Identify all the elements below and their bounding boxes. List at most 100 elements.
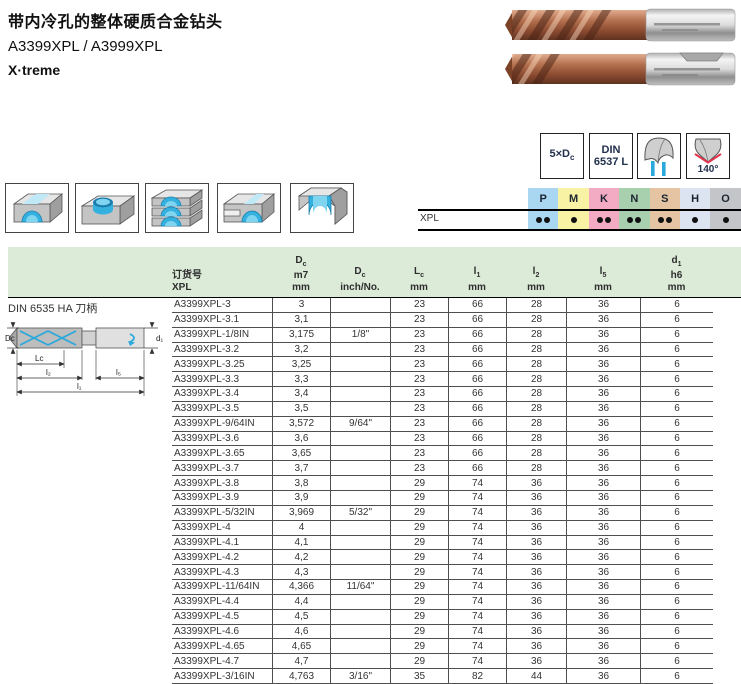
value-cell: 29	[390, 595, 448, 609]
value-cell: 6	[640, 639, 713, 653]
order-number-cell: A3399XPL-11/64IN	[172, 580, 272, 594]
material-group-K: K	[589, 188, 619, 210]
value-cell: 23	[390, 357, 448, 371]
value-cell: 3,2	[272, 343, 330, 357]
value-cell: 36	[566, 550, 640, 564]
order-number-cell: A3399XPL-3.8	[172, 476, 272, 490]
value-cell: 74	[448, 580, 506, 594]
suitability-dot	[723, 217, 729, 223]
value-cell: 36	[506, 491, 566, 505]
value-cell: 28	[506, 313, 566, 327]
column-header-0: 订货号XPL	[172, 270, 272, 293]
value-cell: 4,3	[272, 565, 330, 579]
value-cell: 36	[506, 506, 566, 520]
table-row: A3399XPL-11/64IN4,36611/64"297436366	[172, 580, 713, 595]
value-cell: 36	[566, 610, 640, 624]
value-cell: 6	[640, 313, 713, 327]
dim-label-lc: Lc	[35, 354, 43, 363]
column-header-7: d1h6mm	[640, 255, 713, 294]
value-cell: 3,9	[272, 491, 330, 505]
value-cell: 29	[390, 639, 448, 653]
dim-label-dc: Dc	[5, 334, 15, 343]
value-cell: 6	[640, 387, 713, 401]
value-cell: 66	[448, 461, 506, 475]
value-cell: 29	[390, 654, 448, 668]
model-numbers: A3399XPL / A3999XPL	[8, 38, 223, 55]
value-cell: 36	[566, 432, 640, 446]
suitability-dots-P	[528, 210, 558, 229]
value-cell: 3,65	[272, 446, 330, 460]
value-cell: 36	[566, 402, 640, 416]
table-row: A3399XPL-44297436366	[172, 521, 713, 536]
value-cell: 4,65	[272, 639, 330, 653]
value-cell: 36	[506, 550, 566, 564]
column-header-3: Lcmm	[390, 266, 448, 293]
value-cell: 74	[448, 550, 506, 564]
value-cell: 36	[506, 625, 566, 639]
value-cell	[330, 402, 390, 416]
value-cell	[330, 387, 390, 401]
value-cell: 3,3	[272, 372, 330, 386]
catalog-page: 带内冷孔的整体硬质合金钻头 A3399XPL / A3999XPL X·trem…	[0, 0, 741, 684]
table-row: A3399XPL-4.654,65297436366	[172, 639, 713, 654]
value-cell: 36	[566, 298, 640, 312]
value-cell: 23	[390, 372, 448, 386]
order-number-cell: A3399XPL-3.1	[172, 313, 272, 327]
value-cell: 36	[566, 639, 640, 653]
table-row: A3399XPL-9/64IN3,5729/64"236628366	[172, 417, 713, 432]
column-header-2: Dcinch/No.	[330, 266, 390, 293]
value-cell: 11/64"	[330, 580, 390, 594]
value-cell: 28	[506, 387, 566, 401]
table-row: A3399XPL-3.653,65236628366	[172, 446, 713, 461]
value-cell: 6	[640, 595, 713, 609]
value-cell: 66	[448, 432, 506, 446]
value-cell: 36	[566, 580, 640, 594]
material-group-H: H	[680, 188, 710, 210]
column-header-5: l2mm	[506, 266, 566, 293]
coolant-drill-point-icon	[639, 135, 679, 177]
table-row: A3399XPL-33236628366	[172, 298, 713, 313]
material-group-O: O	[710, 188, 740, 210]
value-cell: 36	[566, 343, 640, 357]
value-cell: 3,8	[272, 476, 330, 490]
value-cell: 23	[390, 461, 448, 475]
through-hole-icon	[5, 183, 69, 233]
value-cell: 66	[448, 298, 506, 312]
value-cell: 6	[640, 491, 713, 505]
stacked-plates-icon	[145, 183, 209, 233]
value-cell	[330, 372, 390, 386]
table-row: A3399XPL-4.34,3297436366	[172, 565, 713, 580]
value-cell: 29	[390, 536, 448, 550]
suitability-dot	[536, 217, 542, 223]
value-cell: 6	[640, 298, 713, 312]
value-cell: 3/16"	[330, 669, 390, 683]
value-cell: 36	[566, 372, 640, 386]
value-cell: 3,1	[272, 313, 330, 327]
value-cell: 66	[448, 402, 506, 416]
order-number-cell: A3399XPL-3.9	[172, 491, 272, 505]
spec-table-body: A3399XPL-33236628366A3399XPL-3.13,123662…	[172, 298, 713, 684]
value-cell: 74	[448, 491, 506, 505]
value-cell: 6	[640, 506, 713, 520]
value-cell: 6	[640, 461, 713, 475]
badge-point-angle: 140°	[686, 133, 730, 179]
value-cell: 6	[640, 357, 713, 371]
order-number-cell: A3399XPL-3.25	[172, 357, 272, 371]
suitability-dot	[658, 217, 664, 223]
suitability-dot	[692, 217, 698, 223]
value-cell: 28	[506, 461, 566, 475]
value-cell: 9/64"	[330, 417, 390, 431]
xpl-row-label: XPL	[420, 213, 439, 224]
value-cell: 36	[566, 595, 640, 609]
suitability-dots-M	[558, 210, 588, 229]
value-cell: 29	[390, 610, 448, 624]
value-cell	[330, 491, 390, 505]
value-cell: 28	[506, 446, 566, 460]
value-cell: 66	[448, 446, 506, 460]
point-angle-label: 140°	[698, 164, 719, 176]
value-cell: 74	[448, 521, 506, 535]
value-cell: 74	[448, 654, 506, 668]
value-cell: 3,7	[272, 461, 330, 475]
value-cell: 6	[640, 446, 713, 460]
value-cell: 36	[566, 446, 640, 460]
